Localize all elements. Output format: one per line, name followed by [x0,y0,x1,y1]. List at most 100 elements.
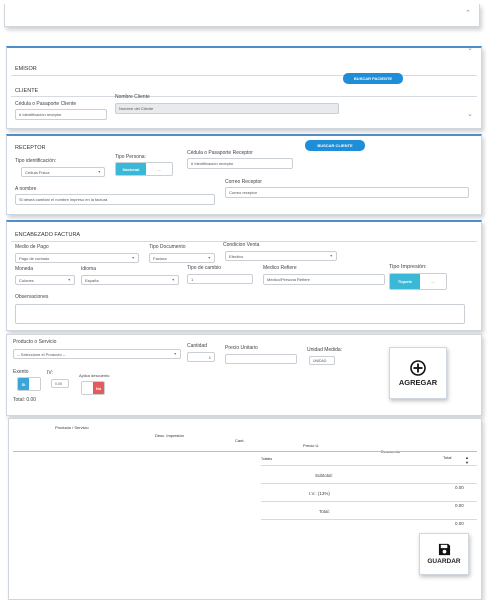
chevron-down-icon[interactable]: ⌄ [467,110,473,118]
totales-label: Totales [261,457,273,461]
unidad-medida-label: Unidad Medida: [307,347,343,353]
agregar-label: AGREGAR [398,377,438,387]
producto-panel: Producto o Servicio -- Seleccione el Pro… [6,334,482,416]
nombre-cliente-label: Nombre Cliente [115,94,150,100]
condicion-venta-select[interactable]: Efectivo ▼ [225,251,337,261]
top-collapsed-panel: ⌃ [4,4,480,27]
tipo-documento-label: Tipo Documento [149,244,186,250]
total-label-text: Total: [13,397,25,403]
col-desc-header: Desc. Impresión [155,433,184,438]
medio-pago-select[interactable]: Pago de contado ▼ [15,253,139,263]
condicion-venta-label: Condicion Venta [223,242,260,248]
observaciones-label: Observaciones [15,294,49,300]
detalle-table-panel: Producto / Servicio Desc. Impresión Cant… [8,418,482,600]
iv-label: IV: [47,370,53,376]
agregar-button[interactable]: AGREGAR [389,347,447,399]
aplica-descuento-no[interactable]: No [93,382,104,394]
tipo-impresion-tiquete[interactable]: Tiquete [390,274,420,289]
idioma-select[interactable]: España ▼ [81,275,179,285]
nombre-cliente-input[interactable]: Nombre del Cliente [115,103,339,114]
col-total-header: Total [443,455,452,460]
iv-total-value: 0.00 [455,503,464,508]
save-icon [438,543,450,556]
col-precio-header: Precio U. [303,443,320,448]
tipo-persona-off[interactable]: — [146,163,172,175]
receptor-title: RECEPTOR [15,145,46,151]
cedula-receptor-label: Cédula o Pasaporte Receptor [187,150,253,156]
chevron-up-icon[interactable]: ⌃ [465,9,471,17]
cedula-cliente-label: Cédula o Pasaporte Cliente [15,101,77,107]
emisor-cliente-panel: ⌄ EMISOR BUSCAR PACIENTE CLIENTE Cédula … [6,44,482,129]
divider [11,96,477,97]
plus-circle-icon [410,359,426,376]
iv-input[interactable]: 0.00 [51,379,69,388]
caret-down-icon: ▼ [329,254,333,258]
tipo-documento-select[interactable]: Factura ▼ [149,253,215,263]
caret-down-icon: ▼ [97,170,101,174]
sort-icon[interactable]: ▲ ▼ [465,455,469,465]
aplica-descuento-off[interactable] [82,382,93,394]
cantidad-input[interactable]: 1 [187,352,215,362]
divider [13,451,477,452]
moneda-select[interactable]: Colones ▼ [15,275,75,285]
tipo-impresion-off[interactable]: — [420,274,446,289]
tipo-persona-label: Tipo Persona: [115,154,146,160]
subtotal-value: 0.00 [455,485,464,490]
exento-off[interactable] [29,378,40,390]
total-label: Total: 0.00 [13,397,36,403]
tipo-documento-value: Factura [153,255,167,261]
aplica-descuento-toggle[interactable]: No [81,381,105,395]
exento-label: Exento [13,369,29,375]
producto-select[interactable]: -- Seleccione el Producto -- ▼ [13,349,181,359]
tipo-identificacion-select[interactable]: Cédula Física ▼ [21,167,105,177]
divider [261,519,477,520]
precio-unitario-label: Precio Unitario [225,345,258,351]
precio-unitario-input[interactable] [225,354,297,364]
total-final-label: Total: [319,509,330,514]
cliente-title: CLIENTE [15,88,39,94]
buscar-cliente-button[interactable]: BUSCAR CLIENTE [305,140,365,151]
caret-down-icon: ▼ [131,256,135,260]
iv-total-label: I.V.: (13%) [309,491,330,496]
medico-refiere-input[interactable]: Medico/Persona Refiere [263,274,385,285]
tipo-persona-toggle[interactable]: Nacional — [115,162,173,176]
tipo-cambio-label: Tipo de cambio [187,265,221,271]
tipo-persona-nacional[interactable]: Nacional [116,163,146,175]
unidad-medida-select[interactable]: UNIDAD [309,356,335,365]
guardar-button[interactable]: GUARDAR [419,533,469,575]
receptor-panel: RECEPTOR BUSCAR CLIENTE Tipo identificac… [6,134,482,215]
chevron-down-icon[interactable]: ⌄ [467,44,473,52]
idioma-value: España [85,277,99,283]
tipo-cambio-input[interactable]: 1 [187,274,253,284]
a-nombre-label: A nombre [15,186,37,192]
a-nombre-input[interactable]: Si desea cambiar el nombre impreso en la… [15,194,215,205]
medio-pago-label: Medio de Pago [15,244,49,250]
guardar-label: GUARDAR [427,558,461,565]
invoice-form: ⌃ ⌄ EMISOR BUSCAR PACIENTE CLIENTE Cédul… [0,0,500,600]
cantidad-label: Cantidad [187,343,208,349]
correo-receptor-label: Correo Receptor [225,179,262,185]
divider [261,465,477,466]
exento-si[interactable]: Si [18,378,29,390]
divider [261,501,477,502]
tipo-identificacion-label: Tipo identificación: [15,158,57,164]
encabezado-title: ENCABEZADO FACTURA [15,232,81,238]
col-producto-header: Producto / Servicio [55,425,89,430]
caret-down-icon: ▼ [173,352,177,356]
total-value: 0.00 [26,397,37,403]
emisor-title: EMISOR [15,66,37,72]
medio-pago-value: Pago de contado [19,255,50,261]
tipo-impresion-label: Tipo Impresión: [389,264,427,270]
correo-receptor-input[interactable]: Correo receptor [225,187,469,198]
exento-toggle[interactable]: Si [17,377,41,391]
buscar-paciente-button[interactable]: BUSCAR PACIENTE [343,73,403,84]
cedula-receptor-input[interactable]: # Identificación receptor [187,158,293,169]
cantidad-value: 1 [208,354,211,360]
tipo-identificacion-value: Cédula Física [25,169,50,175]
cedula-cliente-input[interactable]: # Identificación receptor [15,109,107,120]
observaciones-textarea[interactable] [15,304,465,324]
tipo-impresion-toggle[interactable]: Tiquete — [389,273,447,290]
subtotal-label: Subtotal: [315,473,333,478]
producto-label: Producto o Servicio [13,339,57,345]
moneda-value: Colones [19,277,34,283]
